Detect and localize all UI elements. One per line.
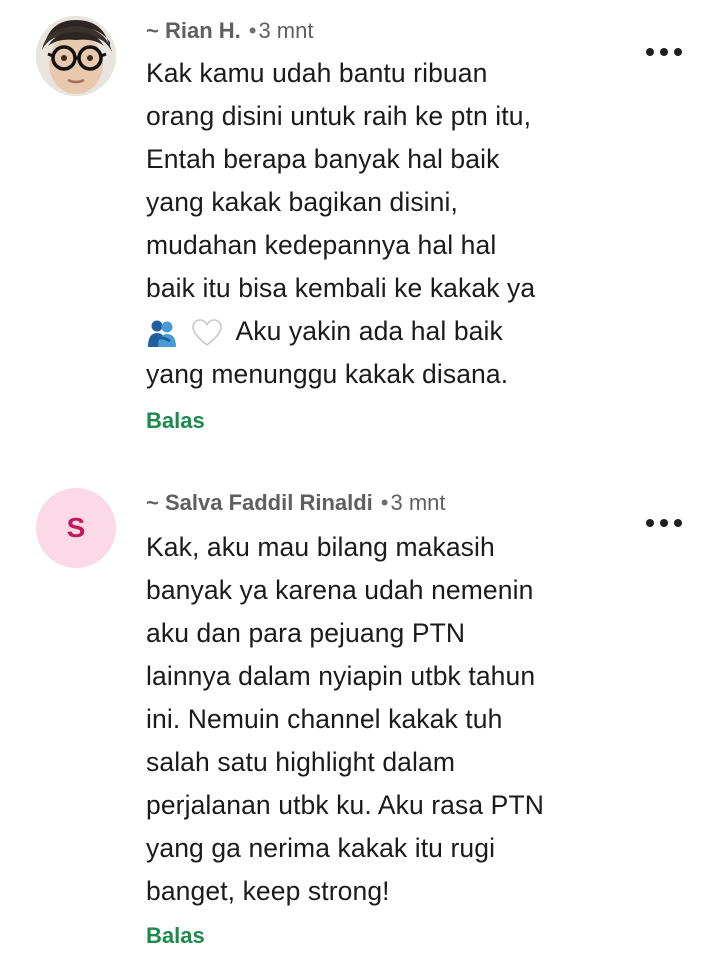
comment-line: Kak, aku mau bilang makasih <box>146 532 495 562</box>
avatar-letter: S <box>66 512 86 543</box>
comment-item: S ~ Salva Faddil Rinaldi •3 mnt Kak, aku … <box>0 0 716 960</box>
comment-author[interactable]: ~ Salva Faddil Rinaldi <box>146 490 373 515</box>
comment-line: lainnya dalam nyiapin utbk tahun <box>146 661 536 691</box>
reply-button[interactable]: Balas <box>146 921 205 951</box>
comment-line: ini. Nemuin channel kakak tuh <box>146 704 503 734</box>
comment-line: banget, keep strong! <box>146 876 390 906</box>
letter-avatar[interactable]: S <box>36 488 116 568</box>
comment-line: yang ga nerima kakak itu rugi <box>146 833 496 863</box>
comment-meta: ~ Salva Faddil Rinaldi •3 mnt <box>146 488 446 518</box>
comment-line: perjalanan utbk ku. Aku rasa PTN <box>146 790 544 820</box>
comment-line: aku dan para pejuang PTN <box>146 618 466 648</box>
meta-separator: • <box>380 490 389 515</box>
comment-body: Kak, aku mau bilang makasih banyak ya ka… <box>146 526 616 913</box>
comment-line: banyak ya karena udah nemenin <box>146 575 534 605</box>
more-options-icon[interactable] <box>646 515 682 531</box>
comment-line: salah satu highlight dalam <box>146 747 456 777</box>
comment-timestamp: 3 mnt <box>390 490 446 515</box>
